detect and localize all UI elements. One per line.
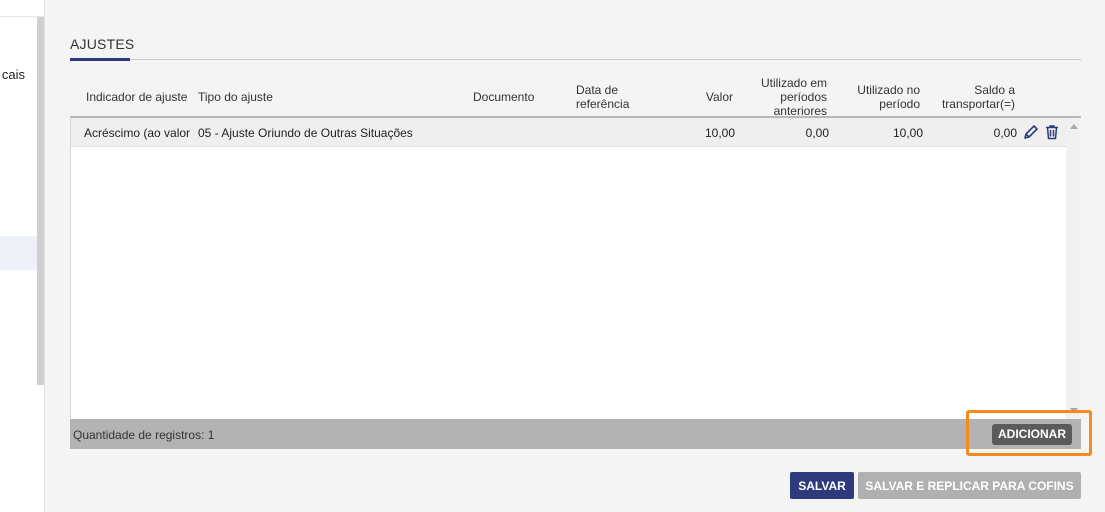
column-header-valor[interactable]: Valor — [670, 90, 733, 104]
column-header-utilizado-periodo-line2: período — [879, 97, 920, 111]
column-header-utilizado-anteriores[interactable]: Utilizado em períodos anteriores — [740, 76, 827, 118]
trash-icon[interactable] — [1044, 124, 1060, 140]
tab-ajustes[interactable]: AJUSTES — [70, 36, 134, 52]
pencil-icon[interactable] — [1023, 124, 1039, 140]
column-header-saldo-line2: transportar(=) — [941, 97, 1015, 111]
column-header-tipo[interactable]: Tipo do ajuste — [198, 90, 273, 104]
column-header-utilizado-anteriores-line1: Utilizado em — [760, 76, 827, 90]
column-header-data-referencia-line2: referência — [576, 97, 630, 111]
cell-indicador: Acréscimo (ao valor — [84, 126, 191, 140]
column-header-data-referencia-line1: Data de — [576, 83, 619, 97]
column-header-saldo-line1: Saldo a — [974, 83, 1015, 97]
sidebar-top-strip — [0, 0, 44, 17]
column-header-utilizado-anteriores-line3: anteriores — [773, 104, 827, 118]
column-header-utilizado-periodo-line1: Utilizado no — [857, 83, 920, 97]
save-replicate-cofins-button[interactable]: SALVAR E REPLICAR PARA COFINS — [858, 472, 1081, 499]
cell-tipo: 05 - Ajuste Oriundo de Outras Situações — [198, 126, 413, 140]
column-header-indicador[interactable]: Indicador de ajuste — [86, 90, 187, 104]
save-button[interactable]: SALVAR — [790, 472, 854, 499]
add-button-highlight — [966, 410, 1092, 456]
grid-header: Indicador de ajuste Tipo do ajuste Docum… — [70, 72, 1081, 118]
column-header-documento[interactable]: Documento — [473, 90, 534, 104]
scroll-up-icon[interactable] — [1070, 124, 1078, 129]
sidebar-scrollbar[interactable] — [37, 17, 44, 385]
cell-saldo: 0,00 — [993, 126, 1017, 140]
cell-utilizado-anteriores: 0,00 — [805, 126, 829, 140]
record-count: Quantidade de registros: 1 — [73, 428, 215, 442]
column-header-data-referencia[interactable]: Data de referência — [576, 83, 629, 111]
column-header-utilizado-periodo[interactable]: Utilizado no período — [834, 83, 920, 111]
sidebar: cais — [0, 0, 45, 512]
ajustes-grid: Indicador de ajuste Tipo do ajuste Docum… — [70, 72, 1081, 449]
table-row[interactable]: Acréscimo (ao valor 05 - Ajuste Oriundo … — [71, 118, 1067, 147]
column-header-saldo[interactable]: Saldo a transportar(=) — [925, 83, 1015, 111]
active-tab-indicator — [70, 58, 130, 61]
column-header-utilizado-anteriores-line2: períodos — [780, 90, 827, 104]
section-divider — [70, 59, 1081, 60]
cell-valor: 10,00 — [704, 126, 735, 140]
sidebar-selected-item[interactable] — [0, 236, 37, 270]
cell-utilizado-periodo: 10,00 — [892, 126, 923, 140]
grid-scrollbar[interactable] — [1066, 118, 1081, 419]
grid-body: Acréscimo (ao valor 05 - Ajuste Oriundo … — [70, 118, 1067, 419]
main-content: AJUSTES Indicador de ajuste Tipo do ajus… — [46, 0, 1105, 512]
grid-footer: Quantidade de registros: 1 ADICIONAR — [70, 419, 1081, 449]
